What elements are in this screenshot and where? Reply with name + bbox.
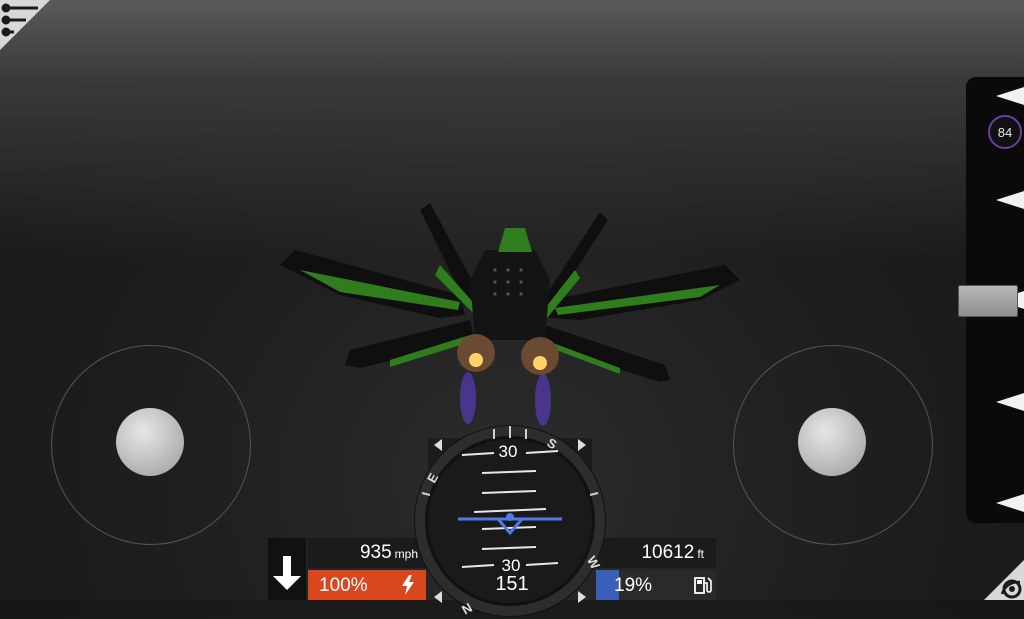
throttle-tick-lower <box>996 393 1024 411</box>
altitude-unit: ft <box>697 547 704 561</box>
timer-badge: 84 <box>988 115 1022 149</box>
throttle-slider-handle[interactable] <box>958 285 1018 317</box>
menu-icon[interactable] <box>0 0 50 50</box>
speed-value: 935 <box>359 542 392 563</box>
throttle-bar: 100% <box>308 570 426 600</box>
player-jet <box>280 203 740 426</box>
throttle-tick-upper <box>996 191 1024 209</box>
gear-button[interactable] <box>268 538 306 600</box>
camera-icon[interactable] <box>984 560 1024 600</box>
heading-value: 151 <box>495 573 529 595</box>
throttle-tick-bottom <box>996 494 1024 512</box>
right-joystick-knob[interactable] <box>798 408 866 476</box>
down-arrow-icon <box>273 556 301 590</box>
altitude-value: 10612 <box>641 542 695 563</box>
throttle-tick-top <box>996 87 1024 105</box>
pitch-label-top: 30 <box>498 442 518 461</box>
timer-value: 84 <box>997 124 1013 140</box>
throttle-percent: 100% <box>319 575 368 596</box>
fuel-bar: 19% <box>596 570 716 600</box>
fuel-pump-icon <box>694 577 712 594</box>
fuel-percent: 19% <box>614 575 653 596</box>
left-joystick-knob[interactable] <box>116 408 184 476</box>
altitude-panel: 10612 ft <box>596 538 716 568</box>
speed-panel: 935 mph <box>308 538 426 568</box>
